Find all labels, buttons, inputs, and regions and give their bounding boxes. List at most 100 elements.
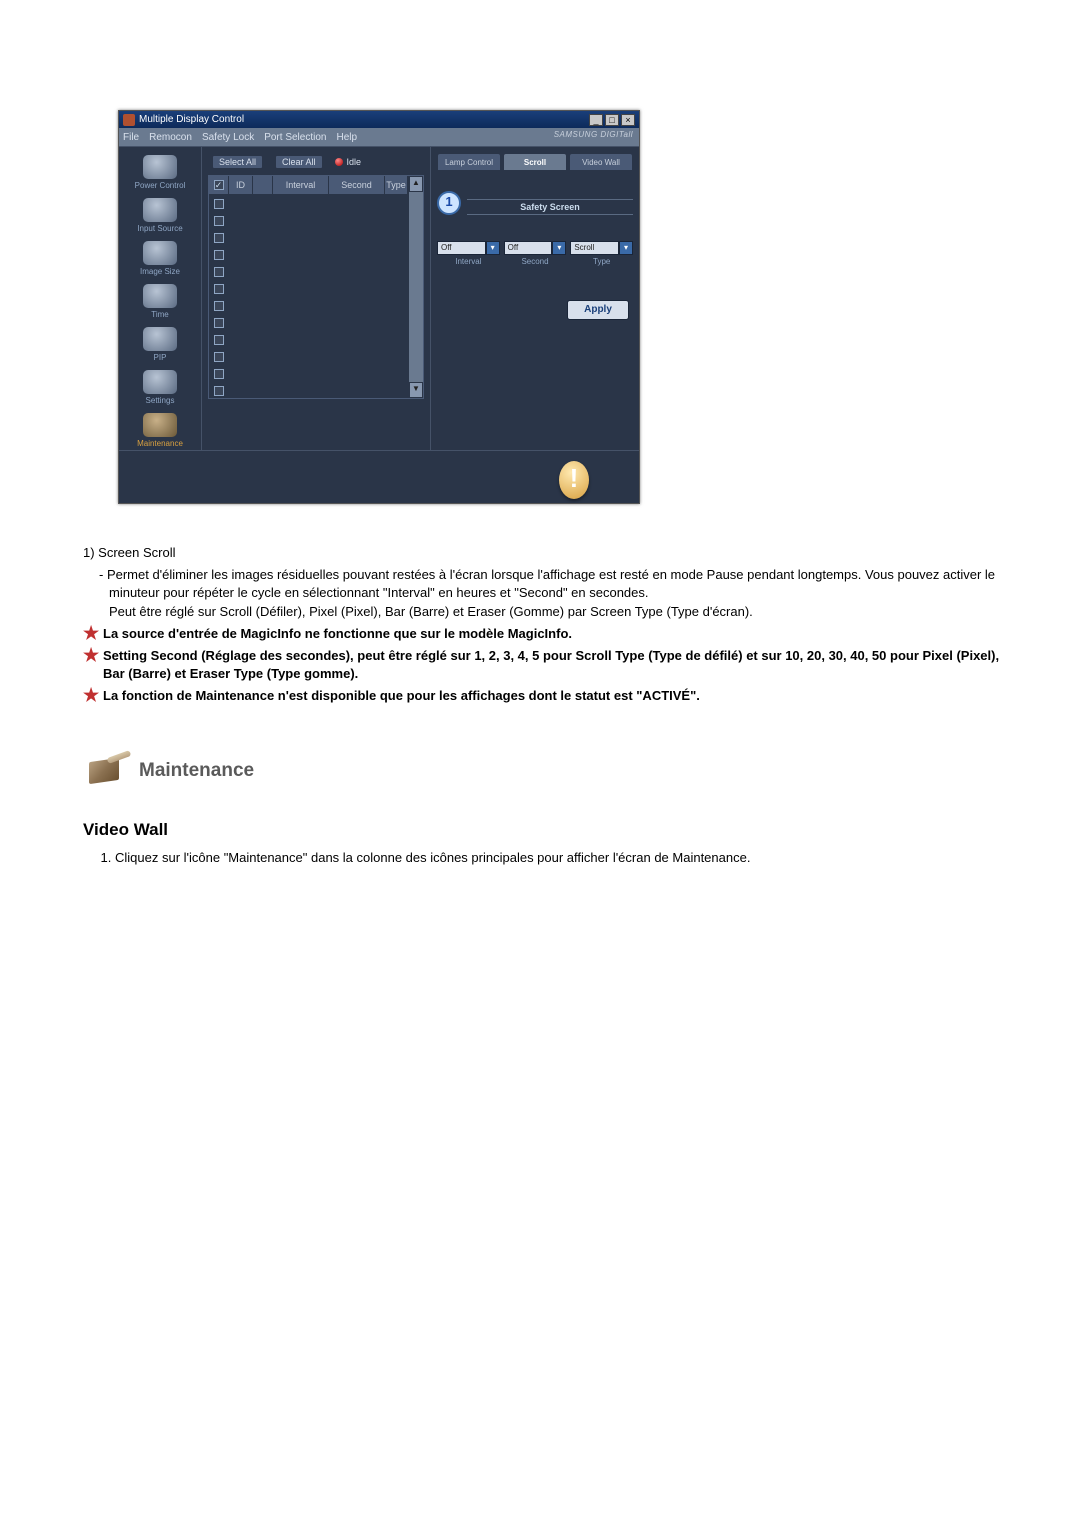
table-row[interactable] <box>209 212 408 229</box>
scroll-down-icon[interactable]: ▼ <box>409 382 423 398</box>
row-checkbox[interactable] <box>214 250 224 260</box>
note-text: La fonction de Maintenance n'est disponi… <box>103 687 1012 705</box>
star-icon: ★ <box>83 687 97 705</box>
table-row[interactable] <box>209 365 408 382</box>
body-text: 1) Screen Scroll - Permet d'éliminer les… <box>83 544 1012 867</box>
callout-badge-1: 1 <box>437 191 461 215</box>
row-checkbox[interactable] <box>214 267 224 277</box>
table-row[interactable] <box>209 246 408 263</box>
input-icon <box>143 198 177 222</box>
sidebar-item-label: Power Control <box>135 181 186 190</box>
sidebar-item-settings[interactable]: Settings <box>125 370 195 405</box>
star-icon: ★ <box>83 625 97 643</box>
center-pane: Select All Clear All Idle ID Interval <box>202 147 430 450</box>
table-row[interactable] <box>209 382 408 398</box>
row-checkbox[interactable] <box>214 386 224 396</box>
sidebar-item-label: Input Source <box>137 224 182 233</box>
col-second[interactable]: Second <box>329 176 385 194</box>
table-row[interactable] <box>209 263 408 280</box>
minimize-button[interactable]: _ <box>589 114 603 126</box>
header-checkbox[interactable] <box>214 180 224 190</box>
scrollbar[interactable]: ▲ ▼ <box>408 176 423 398</box>
row-checkbox[interactable] <box>214 284 224 294</box>
close-button[interactable]: × <box>621 114 635 126</box>
sidebar-item-maintenance[interactable]: Maintenance <box>125 413 195 448</box>
star-icon: ★ <box>83 647 97 683</box>
table-row[interactable] <box>209 331 408 348</box>
col-id[interactable]: ID <box>229 176 253 194</box>
table-row[interactable] <box>209 195 408 212</box>
menu-remocon[interactable]: Remocon <box>149 132 192 143</box>
menu-help[interactable]: Help <box>336 132 357 143</box>
clear-all-button[interactable]: Clear All <box>275 155 323 169</box>
select-all-button[interactable]: Select All <box>212 155 263 169</box>
section-heading: Maintenance <box>83 756 1012 788</box>
chevron-down-icon: ▾ <box>619 241 633 255</box>
col-interval[interactable]: Interval <box>273 176 329 194</box>
app-icon <box>123 114 135 126</box>
second-label: Second <box>504 257 567 266</box>
sidebar-item-label: PIP <box>154 353 167 362</box>
list-item: 1) Screen Scroll <box>83 544 1012 562</box>
note-line: ★ La fonction de Maintenance n'est dispo… <box>83 687 1012 705</box>
note-text: La source d'entrée de MagicInfo ne fonct… <box>103 625 1012 643</box>
display-grid: ID Interval Second Type <box>208 175 424 399</box>
list-subitem: - Permet d'éliminer les images résiduell… <box>109 566 1012 602</box>
apply-button[interactable]: Apply <box>567 300 629 320</box>
row-checkbox[interactable] <box>214 318 224 328</box>
row-checkbox[interactable] <box>214 216 224 226</box>
idle-label: Idle <box>347 157 362 167</box>
menu-file[interactable]: File <box>123 132 139 143</box>
type-dropdown[interactable]: Scroll ▾ <box>570 241 633 255</box>
table-row[interactable] <box>209 297 408 314</box>
image-size-icon <box>143 241 177 265</box>
second-dropdown[interactable]: Off ▾ <box>504 241 567 255</box>
power-icon <box>143 155 177 179</box>
row-checkbox[interactable] <box>214 233 224 243</box>
chevron-down-icon: ▾ <box>486 241 500 255</box>
dropdown-value: Off <box>437 241 486 255</box>
row-checkbox[interactable] <box>214 301 224 311</box>
chevron-down-icon: ▾ <box>552 241 566 255</box>
section-title: Maintenance <box>139 758 254 785</box>
sidebar-item-label: Time <box>151 310 168 319</box>
table-row[interactable] <box>209 229 408 246</box>
row-checkbox[interactable] <box>214 199 224 209</box>
maintenance-icon <box>143 413 177 437</box>
sidebar-item-label: Image Size <box>140 267 180 276</box>
col-type[interactable]: Type <box>385 176 408 194</box>
menu-port-selection[interactable]: Port Selection <box>264 132 326 143</box>
scroll-up-icon[interactable]: ▲ <box>409 176 423 192</box>
table-row[interactable] <box>209 348 408 365</box>
sidebar-item-power-control[interactable]: Power Control <box>125 155 195 190</box>
sidebar-item-image-size[interactable]: Image Size <box>125 241 195 276</box>
safety-screen-title: Safety Screen <box>467 199 633 215</box>
row-checkbox[interactable] <box>214 352 224 362</box>
interval-label: Interval <box>437 257 500 266</box>
status-led-icon <box>335 158 343 166</box>
sidebar-item-time[interactable]: Time <box>125 284 195 319</box>
col-status <box>253 176 273 194</box>
settings-icon <box>143 370 177 394</box>
interval-dropdown[interactable]: Off ▾ <box>437 241 500 255</box>
tab-scroll[interactable]: Scroll <box>503 153 567 171</box>
row-checkbox[interactable] <box>214 335 224 345</box>
right-panel: Lamp Control Scroll Video Wall 1 Safety … <box>430 147 639 450</box>
ordered-list: Cliquez sur l'icône "Maintenance" dans l… <box>95 849 1012 867</box>
tab-video-wall[interactable]: Video Wall <box>569 153 633 171</box>
pip-icon <box>143 327 177 351</box>
subsection-title: Video Wall <box>83 818 1012 842</box>
titlebar: Multiple Display Control _ □ × <box>119 111 639 128</box>
maximize-button[interactable]: □ <box>605 114 619 126</box>
box-icon <box>83 756 127 788</box>
note-text: Setting Second (Réglage des secondes), p… <box>103 647 1012 683</box>
row-checkbox[interactable] <box>214 369 224 379</box>
sidebar-item-input-source[interactable]: Input Source <box>125 198 195 233</box>
table-row[interactable] <box>209 314 408 331</box>
sidebar-item-label: Maintenance <box>137 439 183 448</box>
menu-safety-lock[interactable]: Safety Lock <box>202 132 254 143</box>
sidebar-item-pip[interactable]: PIP <box>125 327 195 362</box>
time-icon <box>143 284 177 308</box>
table-row[interactable] <box>209 280 408 297</box>
tab-lamp-control[interactable]: Lamp Control <box>437 153 501 171</box>
